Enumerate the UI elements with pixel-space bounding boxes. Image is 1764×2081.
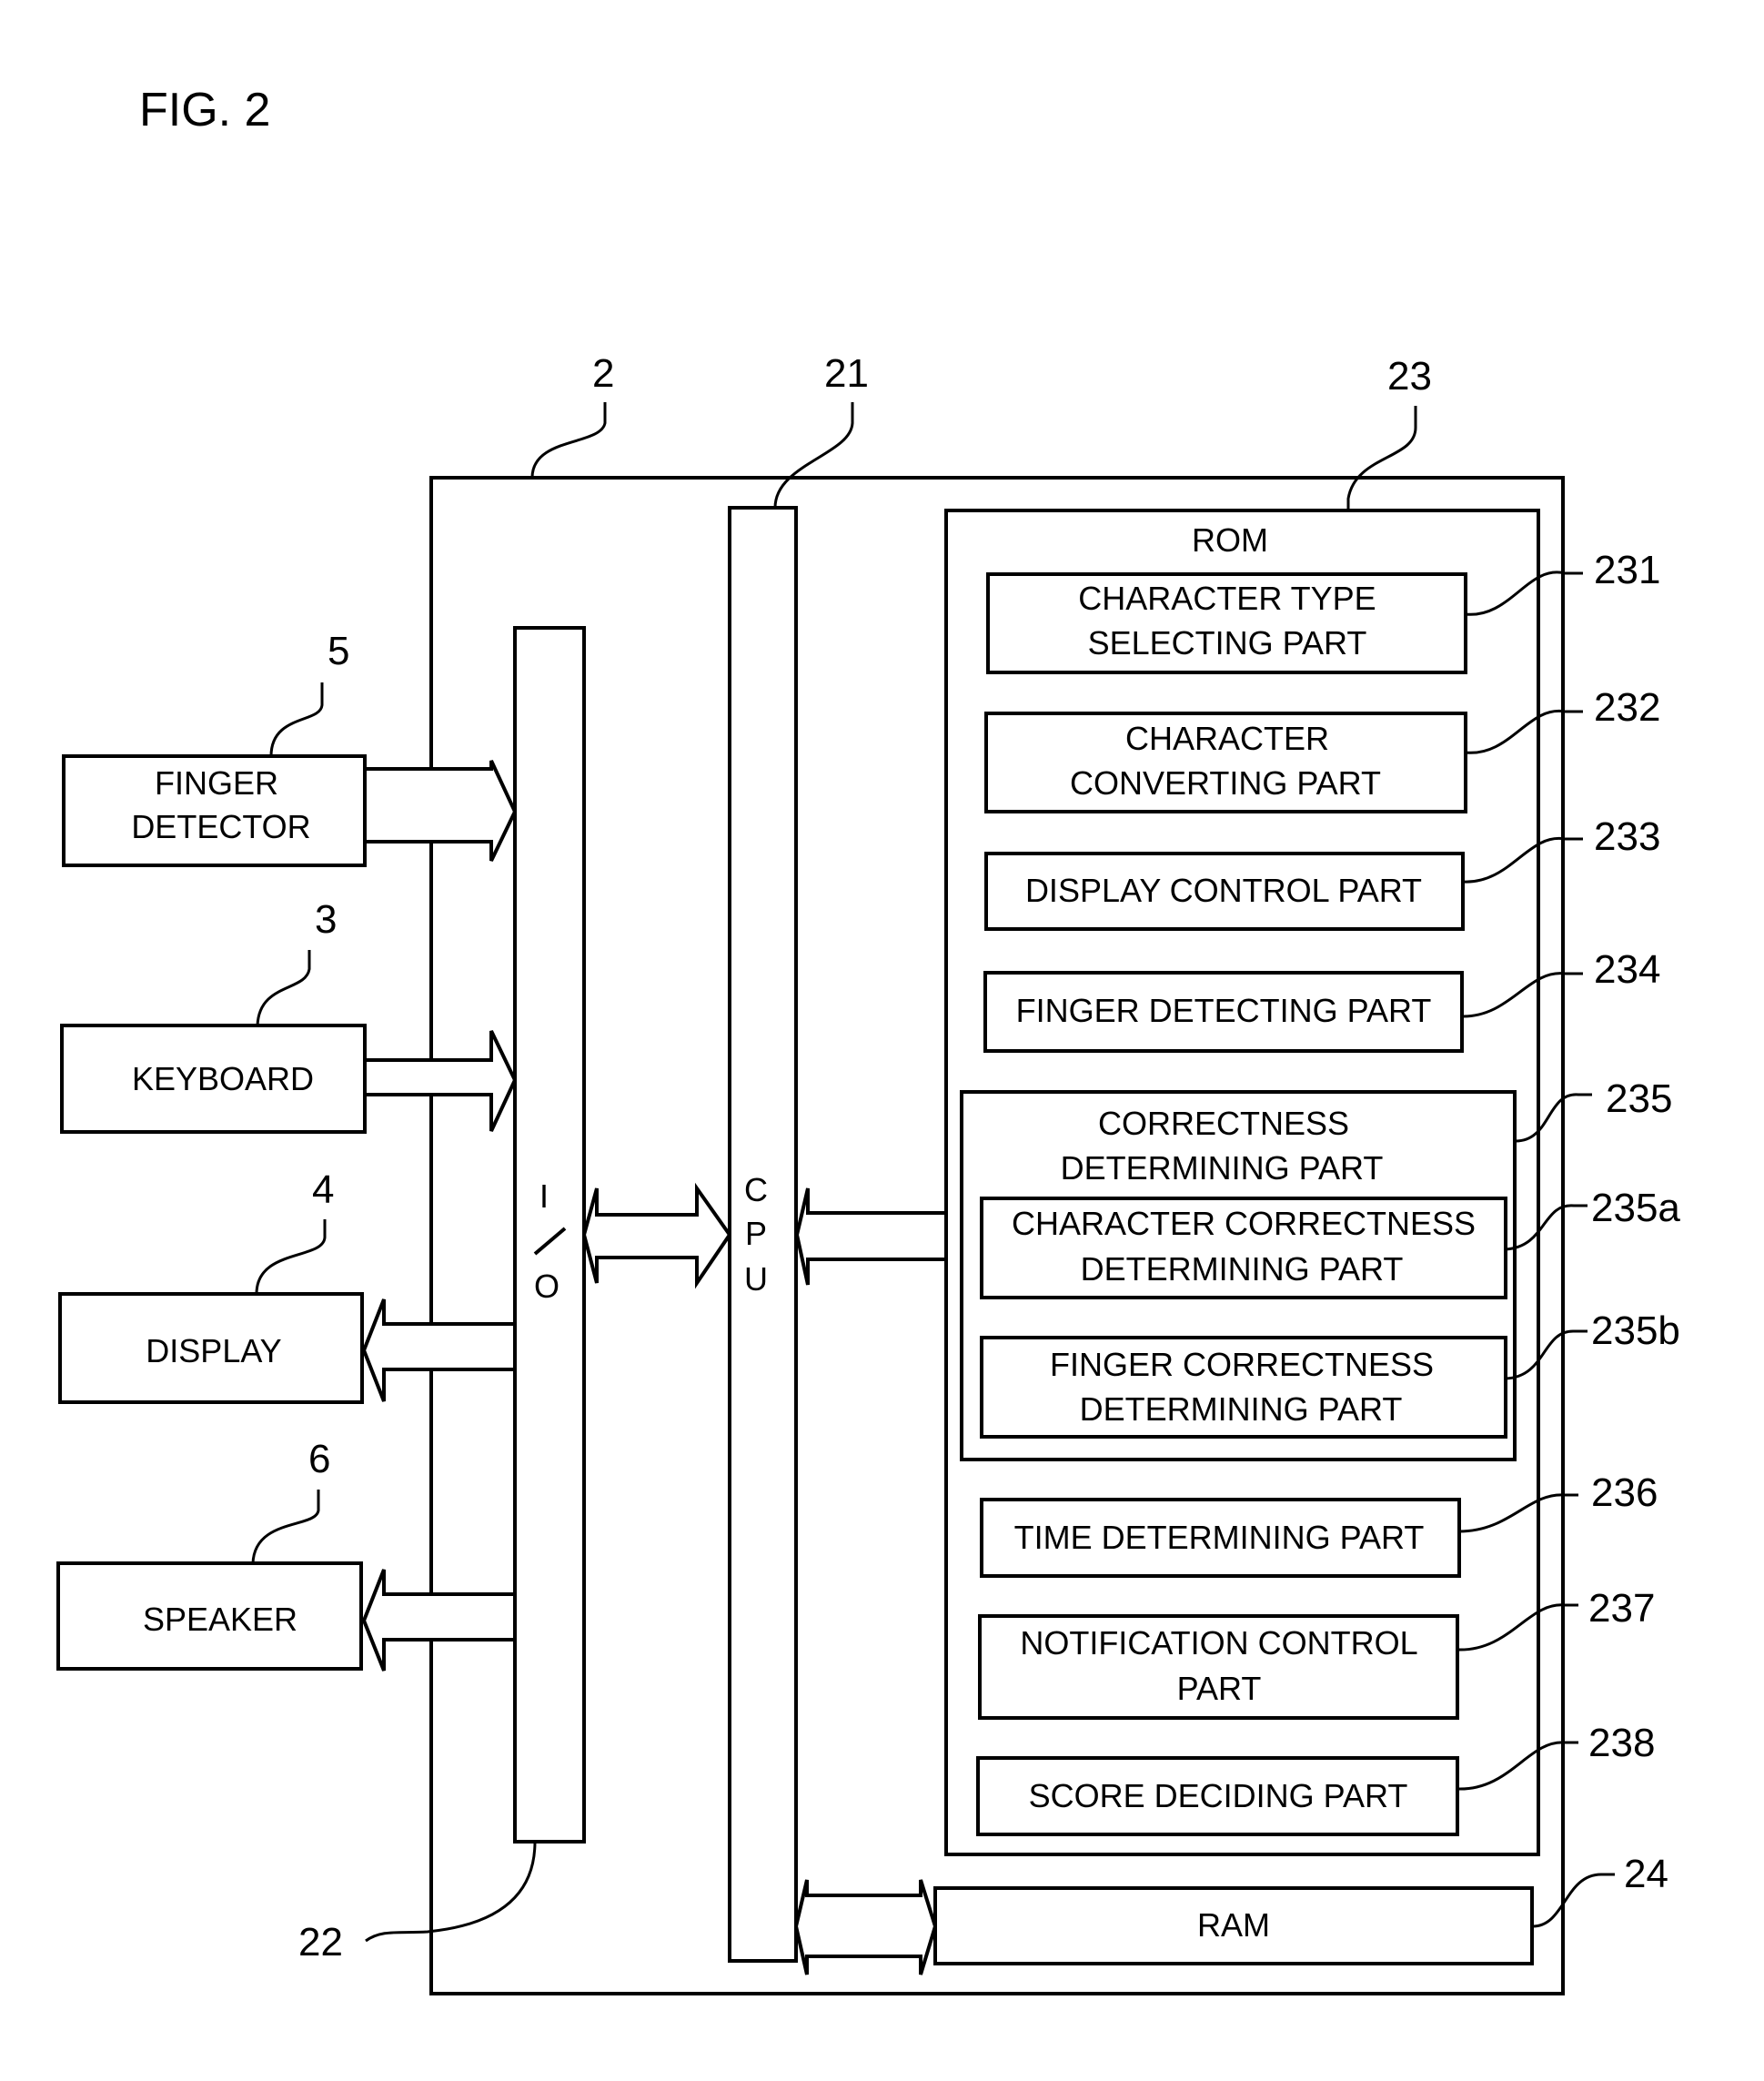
ref-235: 235 (1606, 1076, 1672, 1121)
finger-detector-label-line2: DETECTOR (131, 808, 310, 845)
p235-label-line2: DETERMINING PART (1061, 1149, 1384, 1187)
rom-label: ROM (1192, 521, 1268, 559)
ref-5: 5 (328, 629, 349, 673)
p237-label-line1: NOTIFICATION CONTROL (1020, 1624, 1417, 1662)
speaker-label: SPEAKER (143, 1601, 297, 1638)
ref-238: 238 (1588, 1721, 1655, 1765)
cpu-label-c: C (744, 1171, 768, 1208)
p231-label-line1: CHARACTER TYPE (1078, 580, 1376, 617)
p232-label-line1: CHARACTER (1125, 720, 1329, 757)
ref-232: 232 (1594, 685, 1660, 730)
ref-23: 23 (1387, 354, 1432, 399)
ref-2: 2 (592, 351, 614, 396)
p235a-label-line1: CHARACTER CORRECTNESS (1012, 1205, 1476, 1242)
ref-231: 231 (1594, 548, 1660, 592)
p238-label: SCORE DECIDING PART (1029, 1777, 1408, 1814)
p235a-label-line2: DETERMINING PART (1081, 1250, 1404, 1288)
p233-label: DISPLAY CONTROL PART (1025, 872, 1422, 909)
finger-detector-label-line1: FINGER (155, 764, 278, 802)
ref-235b: 235b (1591, 1308, 1680, 1353)
p235b-label-line1: FINGER CORRECTNESS (1050, 1346, 1434, 1383)
leader-2 (530, 402, 607, 479)
p235-label-line1: CORRECTNESS (1098, 1105, 1349, 1142)
leader-6 (251, 1490, 320, 1564)
ref-235a: 235a (1591, 1186, 1680, 1230)
ref-21: 21 (824, 351, 869, 396)
ref-6: 6 (308, 1437, 330, 1481)
p237-label-line2: PART (1177, 1670, 1262, 1707)
ref-24: 24 (1624, 1852, 1668, 1896)
ref-234: 234 (1594, 947, 1660, 992)
leader-5 (269, 682, 324, 757)
keyboard-label: KEYBOARD (132, 1060, 314, 1097)
ref-233: 233 (1594, 814, 1660, 859)
cpu-label-p: P (745, 1215, 767, 1252)
ref-22: 22 (298, 1920, 343, 1965)
figure-title: FIG. 2 (139, 84, 270, 136)
ram-label: RAM (1197, 1906, 1270, 1944)
io-label-i: I (539, 1177, 549, 1215)
display-label: DISPLAY (146, 1332, 281, 1369)
ref-4: 4 (312, 1167, 334, 1212)
io-block (513, 626, 586, 1844)
ref-237: 237 (1588, 1586, 1655, 1631)
p232-label-line2: CONVERTING PART (1070, 764, 1381, 802)
ref-236: 236 (1591, 1470, 1658, 1515)
leader-4 (255, 1219, 327, 1295)
leader-3 (256, 950, 311, 1026)
p235b-label-line2: DETERMINING PART (1080, 1390, 1403, 1428)
p236-label: TIME DETERMINING PART (1014, 1519, 1425, 1556)
block-diagram: FIG. 2 FINGER DETECTOR KEYBOARD DISPLAY … (56, 84, 1680, 1995)
ref-3: 3 (315, 897, 337, 942)
io-label-o: O (534, 1268, 559, 1305)
p231-label-line2: SELECTING PART (1088, 624, 1367, 662)
cpu-label-u: U (744, 1260, 768, 1298)
p234-label: FINGER DETECTING PART (1016, 992, 1432, 1029)
